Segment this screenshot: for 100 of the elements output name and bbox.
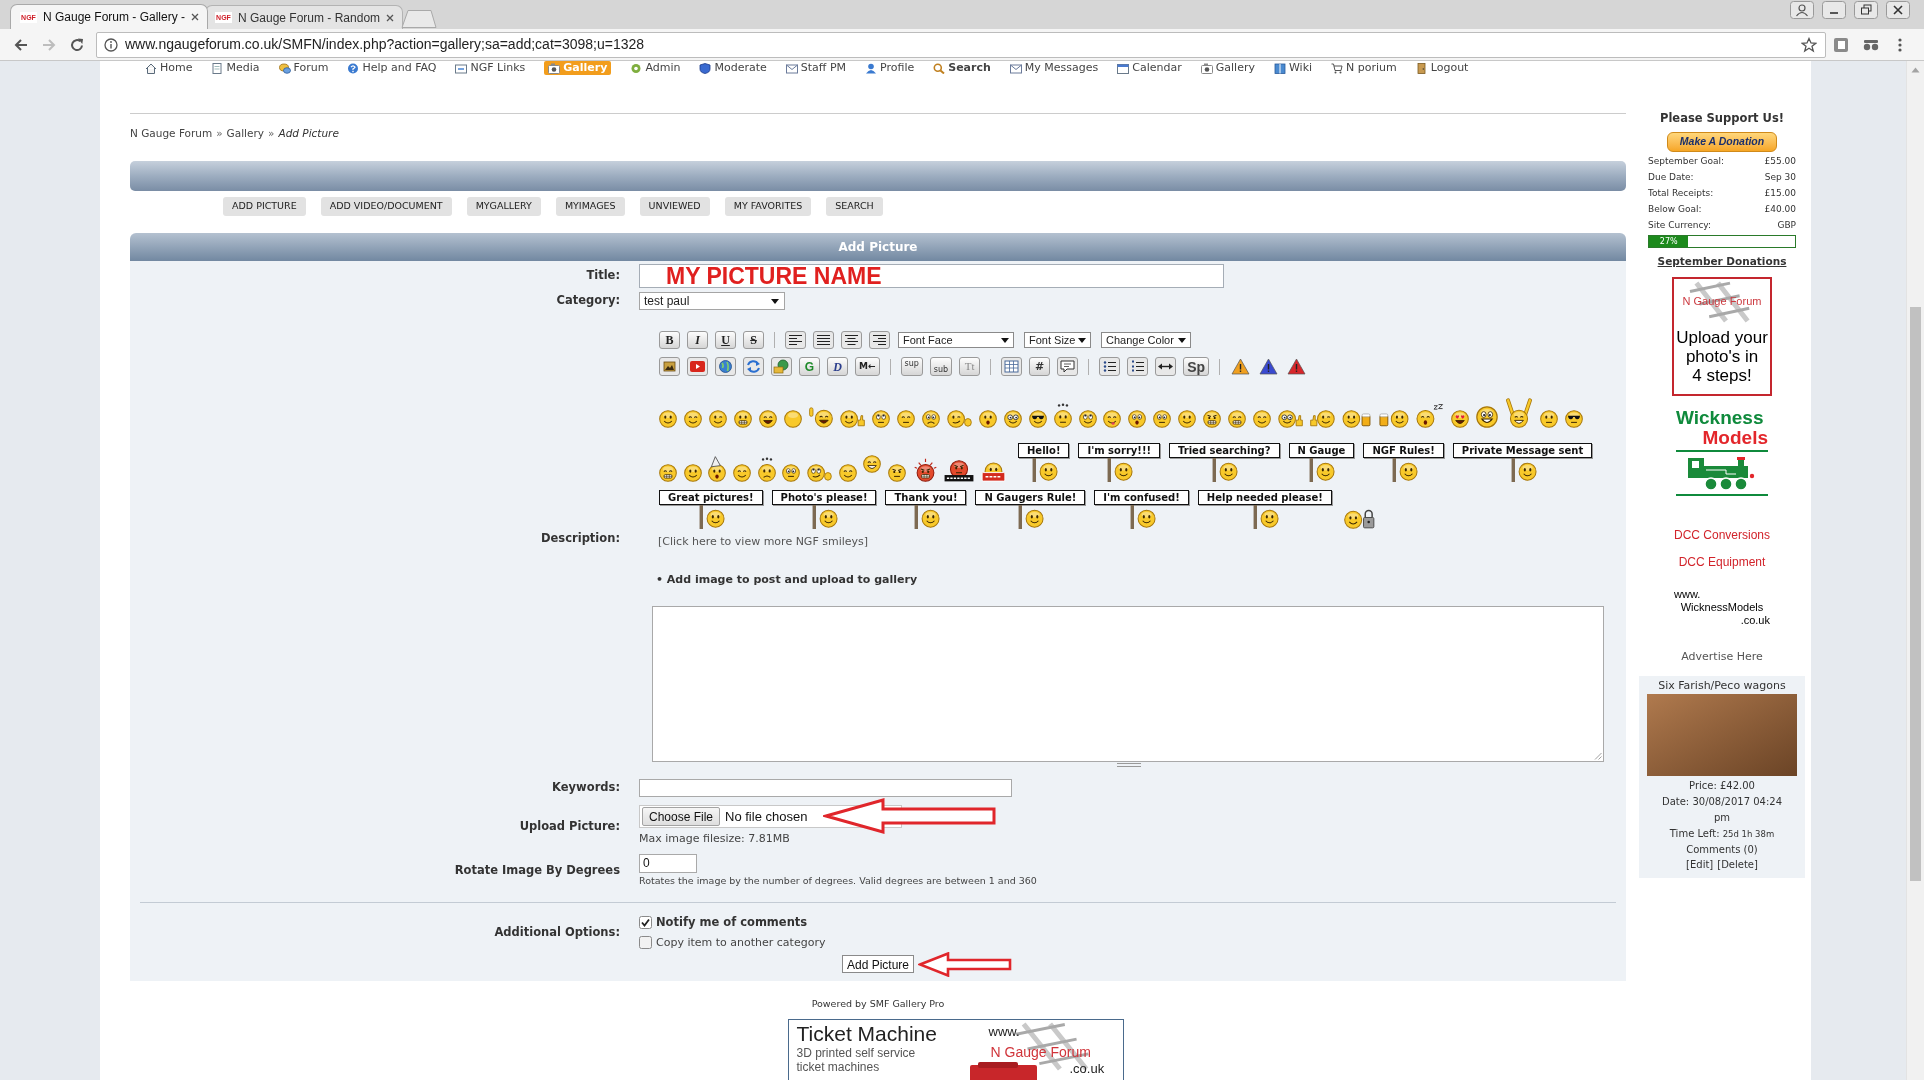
warning-icon[interactable] — [1258, 357, 1280, 376]
beer-smiley-icon[interactable] — [1379, 410, 1410, 428]
gallery-menu-button[interactable]: UNVIEWED — [639, 197, 710, 216]
gallery-menu-button[interactable]: MYGALLERY — [466, 197, 541, 216]
confused-smiley-icon[interactable] — [1053, 403, 1072, 428]
donate-button[interactable]: Make A Donation — [1667, 132, 1777, 152]
warning-icon[interactable] — [1230, 357, 1252, 376]
back-icon[interactable] — [13, 36, 29, 53]
thumbs-up-smiley-icon[interactable] — [839, 410, 865, 428]
smiley-sign[interactable]: Great pictures! — [659, 490, 763, 505]
checkbox[interactable] — [639, 916, 652, 930]
strikethrough-button[interactable]: S — [743, 331, 764, 349]
keywords-field[interactable] — [639, 779, 1012, 797]
close-icon[interactable] — [1886, 1, 1910, 19]
smiley-sign[interactable]: Tried searching? — [1169, 443, 1280, 458]
address-bar[interactable]: www.ngaugeforum.co.uk/SMFN/index.php?action=gallery;sa=add;cat=3098;u=1328 — [96, 31, 1826, 58]
grimacing-smiley-icon[interactable] — [1228, 410, 1247, 428]
smiley-icon[interactable] — [1540, 410, 1558, 428]
rolling-eyes-smiley-icon[interactable] — [871, 410, 890, 428]
picture-icon[interactable] — [659, 357, 680, 376]
breadcrumb-link[interactable]: N Gauge Forum — [130, 127, 213, 140]
sunglasses-smiley-icon[interactable] — [1028, 410, 1047, 428]
gallery-menu-button[interactable]: MYIMAGES — [555, 197, 625, 216]
title-field[interactable]: MY PICTURE NAME — [639, 264, 1224, 288]
smiley-sign[interactable]: Private Message sent — [1452, 443, 1593, 458]
align-center-icon[interactable] — [841, 331, 862, 349]
listing-action-link[interactable]: [Delete] — [1717, 858, 1758, 872]
smiley-icon[interactable] — [683, 464, 702, 482]
minimize-icon[interactable] — [1822, 1, 1846, 19]
nav-link[interactable]: Profile — [865, 61, 915, 75]
waving-smiley-icon[interactable] — [808, 407, 833, 428]
smiley-icon[interactable] — [683, 410, 702, 428]
smiley-icon[interactable] — [1253, 410, 1272, 428]
smiley-icon[interactable] — [838, 464, 857, 482]
globe-folder-icon[interactable] — [771, 357, 792, 376]
toolbar-button[interactable]: Sp — [1183, 357, 1210, 376]
help-smiley-icon[interactable] — [980, 462, 1006, 482]
smiley-icon[interactable] — [732, 464, 751, 482]
smiley-sign[interactable]: Help needed please! — [1197, 490, 1332, 505]
toolbar-button[interactable]: M← — [855, 357, 880, 376]
nav-link[interactable]: Search — [933, 61, 991, 75]
donations-link[interactable]: September Donations — [1657, 254, 1787, 268]
gallery-menu-button[interactable]: ADD PICTURE — [223, 197, 306, 216]
reload-icon[interactable] — [69, 36, 85, 53]
nav-link[interactable]: N porium — [1331, 61, 1397, 75]
category-dropdown[interactable]: test paul — [639, 292, 785, 310]
gallery-menu-button[interactable]: ADD VIDEO/DOCUMENT — [320, 197, 452, 216]
scrollbar-thumb[interactable] — [1910, 307, 1921, 881]
grimacing-smiley-icon[interactable] — [1203, 410, 1222, 428]
blank-face-icon[interactable] — [783, 410, 802, 428]
sunglasses-smiley-icon[interactable] — [1564, 410, 1583, 428]
smiley-sign[interactable]: I'm sorry!!! — [1078, 443, 1160, 458]
annoyed-smiley-icon[interactable] — [887, 464, 906, 482]
nav-link[interactable]: Help and FAQ — [347, 61, 437, 75]
rolling-eyes-smiley-icon[interactable] — [1078, 410, 1097, 428]
laughing-smiley-icon[interactable] — [1476, 406, 1499, 428]
speech-bubble-icon[interactable] — [1057, 357, 1079, 376]
staring-smiley-icon[interactable] — [782, 464, 801, 482]
scrollbar[interactable] — [1906, 61, 1924, 1080]
ad-link[interactable]: DCC Conversions — [1674, 528, 1770, 543]
nav-link[interactable]: NGF Links — [455, 61, 526, 75]
numbered-list-icon[interactable] — [1127, 357, 1149, 376]
thumbs-up-smiley-icon[interactable] — [1278, 410, 1304, 428]
nav-link[interactable]: Staff PM — [785, 61, 847, 75]
breadcrumb-link[interactable]: Gallery — [226, 127, 264, 140]
bookmark-star-icon[interactable] — [1801, 36, 1817, 53]
choose-file-button[interactable]: Choose File — [642, 807, 721, 826]
nav-link[interactable]: Media — [211, 61, 260, 75]
glasses-icon[interactable] — [1862, 37, 1880, 52]
bulleted-list-icon[interactable] — [1099, 357, 1121, 376]
align-right-icon[interactable] — [869, 331, 890, 349]
smiley-sign[interactable]: N Gaugers Rule! — [975, 490, 1086, 505]
worried-smiley-icon[interactable] — [921, 410, 940, 428]
neutral-smiley-icon[interactable] — [896, 410, 915, 428]
nav-link[interactable]: Calendar — [1117, 61, 1182, 75]
more-smileys-link[interactable]: [Click here to view more NGF smileys] — [658, 534, 869, 551]
description-field[interactable] — [652, 606, 1604, 762]
warning-icon[interactable] — [1286, 357, 1308, 376]
align-left-icon[interactable] — [785, 331, 806, 349]
toolbar-button[interactable]: # — [1029, 357, 1051, 376]
cheering-smiley-icon[interactable] — [1505, 398, 1534, 428]
smiley-icon[interactable] — [659, 410, 677, 428]
justify-icon[interactable] — [813, 331, 834, 349]
profile-icon[interactable] — [1790, 1, 1814, 19]
toolbar-button[interactable]: sub — [929, 357, 953, 376]
nav-link[interactable]: Forum — [278, 61, 329, 75]
staring-smiley-icon[interactable] — [1153, 410, 1172, 428]
globe-icon[interactable] — [715, 357, 736, 376]
surprised-smiley-icon[interactable] — [1128, 410, 1147, 428]
resize-grip-icon[interactable] — [1594, 752, 1602, 760]
toolbar-button[interactable]: G — [799, 357, 820, 376]
smiley-sign[interactable]: I'm confused! — [1094, 490, 1189, 505]
listing-action-link[interactable]: [Edit] — [1686, 858, 1714, 872]
nav-link[interactable]: My Messages — [1009, 61, 1099, 75]
beer-smiley-icon[interactable] — [1342, 410, 1373, 428]
smiley-sign[interactable]: Thank you! — [885, 490, 967, 505]
thinking-smiley-icon[interactable] — [806, 464, 832, 482]
rotation-field[interactable]: 0 — [639, 853, 697, 873]
font-size-dropdown[interactable]: Font Size — [1024, 332, 1091, 348]
angry-smiley-icon[interactable] — [912, 458, 938, 482]
